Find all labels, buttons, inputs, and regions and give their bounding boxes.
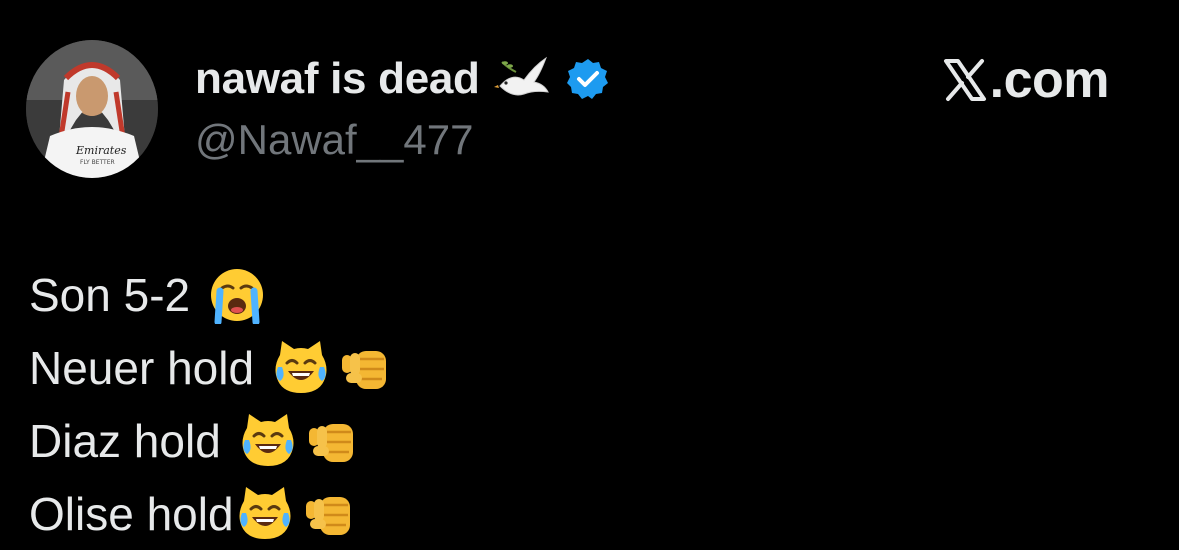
- handle[interactable]: @Nawaf__477: [195, 116, 473, 164]
- verified-icon[interactable]: [566, 57, 610, 101]
- avatar-jersey-sponsor: Emirates: [75, 144, 127, 157]
- brand: .com: [942, 50, 1110, 110]
- cat-tears-of-joy-icon: [242, 413, 294, 466]
- tweet-body: Son 5-2 Neuer hold Diaz hold Olise hold: [29, 258, 1149, 550]
- avatar-jersey-subtext: FLY BETTER: [80, 159, 115, 166]
- display-name[interactable]: nawaf is dead: [195, 54, 480, 104]
- pointing-fist-icon: [305, 496, 350, 535]
- tweet-line: Neuer hold: [29, 331, 1149, 404]
- tweet-line-text: Diaz hold: [29, 414, 221, 467]
- tweet-header: Emirates FLY BETTER nawaf is dead @Nawaf…: [0, 0, 1179, 190]
- x-logo-icon: [943, 59, 986, 101]
- tweet-line-text: Son 5-2: [29, 268, 191, 321]
- pointing-fist-icon: [308, 423, 353, 462]
- tweet-line: Olise hold: [29, 477, 1149, 550]
- tweet-line: Diaz hold: [29, 404, 1149, 477]
- dove-icon: [493, 56, 549, 96]
- tweet-line-text: Olise hold: [29, 487, 234, 540]
- cat-tears-of-joy-icon: [239, 486, 291, 539]
- avatar[interactable]: Emirates FLY BETTER: [26, 40, 158, 178]
- loudly-crying-face-icon: [211, 268, 264, 324]
- tweet-line: Son 5-2: [29, 258, 1149, 331]
- display-name-row: nawaf is dead: [195, 52, 610, 106]
- tweet-line-text: Neuer hold: [29, 341, 255, 394]
- pointing-fist-icon: [342, 350, 387, 389]
- brand-text: .com: [989, 51, 1110, 109]
- cat-tears-of-joy-icon: [275, 340, 327, 393]
